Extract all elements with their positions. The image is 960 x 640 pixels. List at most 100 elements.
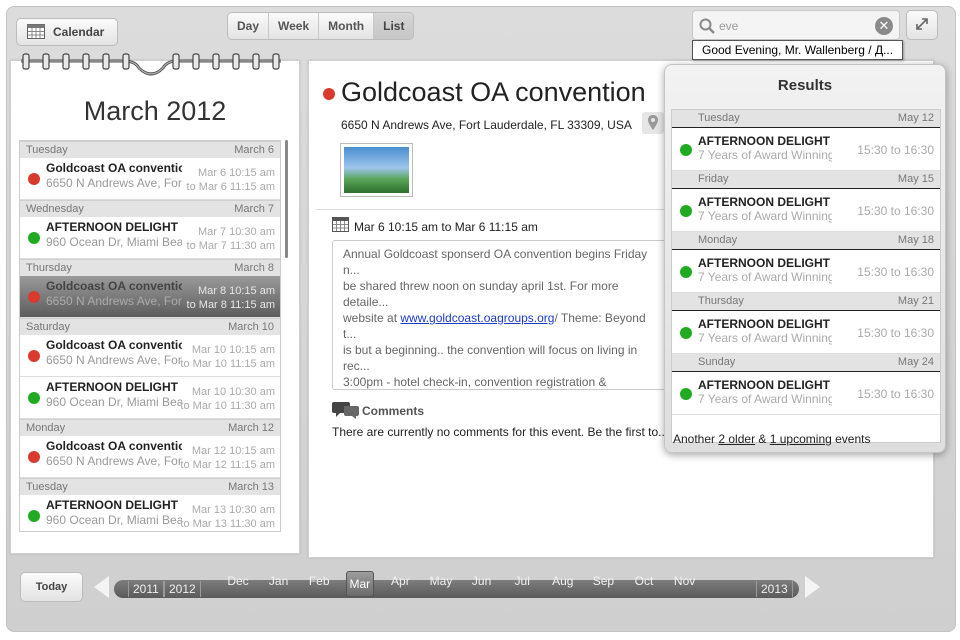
timeline-month[interactable]: Nov: [671, 572, 699, 590]
result-time: 15:30 to 16:30: [857, 265, 934, 279]
search-input[interactable]: [719, 17, 869, 35]
spiral-binding: [17, 52, 285, 82]
event-color-dot: [680, 327, 692, 339]
website-link[interactable]: www.goldcoast.oagroups.org: [400, 311, 554, 325]
event-color-dot: [28, 392, 40, 404]
event-address: 960 Ocean Dr, Miami Beach: [46, 235, 182, 249]
event-end: to Mar 10 11:15 am: [180, 358, 275, 370]
event-end: to Mar 7 11:30 am: [186, 240, 275, 252]
event-address: 6650 N Andrews Ave, Fort Lauderdale, FL …: [341, 118, 632, 132]
expand-icon: [914, 16, 930, 35]
result-item[interactable]: AFTERNOON DELIGHT MEETING7 Years of Awar…: [672, 188, 940, 232]
result-day-header: Monday May 18: [672, 232, 940, 249]
event-list-item[interactable]: Goldcoast OA convention 6650 N Andrews Av…: [20, 436, 280, 478]
event-end: to Mar 8 11:15 am: [186, 299, 275, 311]
timeline-prev-arrow[interactable]: [94, 576, 109, 598]
result-date: May 24: [897, 356, 934, 368]
timeline-month[interactable]: Jun: [468, 572, 496, 590]
timeline-year[interactable]: 2011: [128, 581, 164, 597]
result-time: 15:30 to 16:30: [857, 143, 934, 157]
result-subtitle: 7 Years of Award Winning: [698, 331, 832, 345]
result-item[interactable]: AFTERNOON DELIGHT MEETING7 Years of Awar…: [672, 371, 940, 415]
list-scrollbar[interactable]: [285, 140, 288, 258]
event-address: 6650 N Andrews Ave, Fort Lauderdale: [46, 454, 182, 468]
older-events-link[interactable]: 2 older: [718, 432, 755, 446]
result-item[interactable]: AFTERNOON DELIGHT MEETING7 Years of Awar…: [672, 310, 940, 354]
result-item[interactable]: AFTERNOON DELIGHT MEETING7 Years of Awar…: [672, 249, 940, 293]
clear-search-icon[interactable]: ✕: [875, 17, 893, 35]
result-weekday: Monday: [698, 234, 738, 246]
timeline-month[interactable]: Dec: [224, 572, 252, 590]
result-weekday: Friday: [698, 173, 729, 185]
footer-amp: &: [755, 432, 770, 446]
event-list-item[interactable]: AFTERNOON DELIGHT MEETING960 Ocean Dr, M…: [20, 377, 280, 419]
day-weekday: Monday: [26, 422, 66, 434]
results-title: Results: [777, 77, 833, 94]
view-switcher: Day Week Month List: [227, 12, 415, 40]
event-end: to Mar 12 11:15 am: [180, 459, 275, 471]
event-color-dot: [28, 291, 40, 303]
event-list: Tuesday March 6 Goldcoast OA convention 665…: [19, 140, 281, 532]
result-day-header: Tuesday May 12: [672, 110, 940, 127]
timeline-month[interactable]: Jul: [508, 572, 536, 590]
event-start: Mar 7 10:30 am: [197, 226, 275, 238]
timeline-month[interactable]: Sep: [589, 572, 617, 590]
event-description: Annual Goldcoast sponserd OA convention …: [332, 240, 672, 390]
event-address: 960 Ocean Dr, Miami Beach: [46, 395, 182, 409]
result-title: AFTERNOON DELIGHT MEETING: [698, 256, 832, 270]
timeline-month[interactable]: May: [427, 572, 455, 590]
day-header: Thursday March 8: [20, 259, 280, 276]
day-header: Wednesday March 7: [20, 200, 280, 217]
event-title: Goldcoast OA convention: [46, 279, 182, 293]
timeline-current-month[interactable]: Mar: [345, 571, 374, 597]
day-weekday: Saturday: [26, 321, 71, 333]
event-start: Mar 10 10:15 am: [191, 344, 275, 356]
event-date-range: Mar 6 10:15 am to Mar 6 11:15 am: [354, 220, 538, 234]
view-month-button[interactable]: Month: [319, 13, 375, 39]
day-weekday: Tuesday: [26, 481, 68, 493]
timeline-month[interactable]: Jan: [265, 572, 293, 590]
event-start: Mar 10 10:30 am: [191, 386, 275, 398]
day-weekday: Tuesday: [26, 144, 68, 156]
result-subtitle: 7 Years of Award Winning: [698, 148, 832, 162]
result-subtitle: 7 Years of Award Winning: [698, 392, 832, 406]
event-title: Goldcoast OA convention: [46, 439, 182, 453]
calendar-button-label: Calendar: [53, 25, 105, 39]
result-subtitle: 7 Years of Award Winning: [698, 270, 832, 284]
calendar-button[interactable]: Calendar: [16, 18, 118, 46]
upcoming-events-link[interactable]: 1 upcoming: [770, 432, 832, 446]
today-button[interactable]: Today: [20, 572, 83, 602]
view-day-button[interactable]: Day: [228, 13, 270, 39]
timeline-year[interactable]: 2012: [164, 581, 201, 597]
result-date: May 15: [897, 173, 934, 185]
timeline-year[interactable]: 2013: [756, 581, 793, 597]
timeline-month[interactable]: Apr: [386, 572, 414, 590]
month-timeline: 2011 2012 Dec Jan Feb Mar Apr May Jun Jul Aug Sep Oc…: [114, 571, 799, 598]
view-week-button[interactable]: Week: [269, 13, 320, 39]
timeline-month[interactable]: Feb: [305, 572, 333, 590]
fullscreen-button[interactable]: [906, 10, 938, 40]
view-list-button[interactable]: List: [374, 13, 414, 39]
result-subtitle: 7 Years of Award Winning: [698, 209, 832, 223]
timeline-month[interactable]: Oct: [630, 572, 658, 590]
event-title: AFTERNOON DELIGHT MEETING: [46, 380, 182, 394]
event-list-item[interactable]: Goldcoast OA convention 6650 N Andrews Av…: [20, 158, 280, 200]
result-title: AFTERNOON DELIGHT MEETING: [698, 134, 832, 148]
comments-heading: Comments: [362, 404, 425, 418]
result-item[interactable]: AFTERNOON DELIGHT MEETING7 Years of Awar…: [672, 127, 940, 171]
event-color-dot: [28, 350, 40, 362]
event-list-item[interactable]: AFTERNOON DELIGHT MEETING960 Ocean Dr, M…: [20, 217, 280, 259]
event-title: Goldcoast OA convention: [46, 161, 182, 175]
search-box: ✕: [692, 10, 900, 40]
event-image[interactable]: [340, 143, 413, 197]
timeline-month[interactable]: Aug: [549, 572, 577, 590]
event-list-item[interactable]: Goldcoast OA convention 6650 N Andrews Av…: [20, 276, 280, 318]
results-footer: Another 2 older & 1 upcoming events: [673, 432, 871, 446]
event-color-dot: [28, 451, 40, 463]
event-title: Goldcoast OA convention: [46, 338, 182, 352]
event-list-item[interactable]: Goldcoast OA convention 6650 N Andrews Av…: [20, 335, 280, 377]
event-list-item[interactable]: AFTERNOON DELIGHT MEETING960 Ocean Dr, M…: [20, 495, 280, 531]
timeline-next-arrow[interactable]: [805, 576, 820, 598]
map-pin-icon[interactable]: [642, 112, 664, 134]
day-date: March 13: [228, 481, 274, 493]
